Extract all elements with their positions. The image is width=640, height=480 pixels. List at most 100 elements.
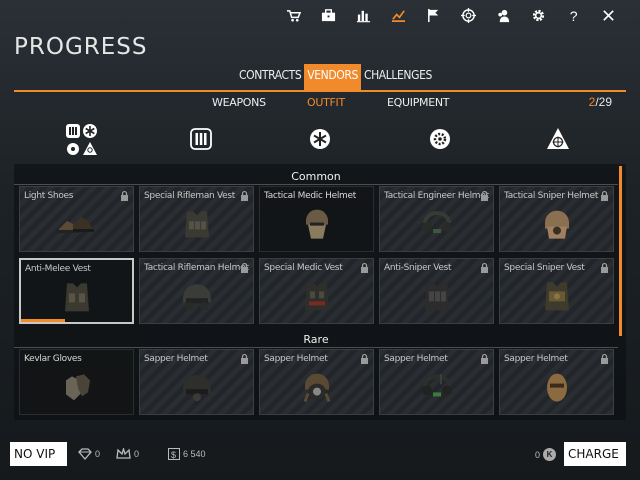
item-name: Special Rifleman Vest — [144, 191, 236, 201]
vest-icon — [544, 282, 569, 311]
sniper-icon[interactable] — [546, 127, 570, 156]
item-name: Kevlar Gloves — [24, 354, 82, 364]
sub-tabs: WEAPONS OUTFIT EQUIPMENT — [0, 96, 640, 112]
ghillie-helmet-icon — [544, 210, 569, 239]
item-card-sapper-helmet-3[interactable]: Sapper Helmet — [379, 349, 494, 415]
item-name: Sapper Helmet — [264, 354, 328, 364]
gloves-icon — [65, 374, 90, 401]
section-common-label: Common — [291, 170, 341, 183]
section-rare-rule — [14, 347, 618, 348]
crystal-balance: 0 — [78, 448, 100, 460]
tab-divider — [14, 90, 626, 92]
item-name: Tactical Rifleman Helmet — [144, 263, 249, 273]
charge-button[interactable]: CHARGE — [564, 442, 626, 466]
tab-challenges[interactable]: CHALLENGES — [361, 64, 435, 91]
briefcase-icon[interactable] — [311, 4, 346, 26]
item-name: Tactical Medic Helmet — [264, 191, 356, 201]
item-card-tactical-sniper-helmet[interactable]: Tactical Sniper Helmet — [499, 186, 614, 252]
tab-vendors[interactable]: VENDORS — [304, 64, 361, 91]
item-card-light-shoes[interactable]: Light Shoes — [19, 186, 134, 252]
shoes-icon — [58, 217, 94, 233]
top-icon-bar: ? — [276, 4, 626, 26]
kredits-balance: 0 K — [535, 448, 556, 461]
item-card-special-medic-vest[interactable]: Special Medic Vest — [259, 258, 374, 324]
all-classes-icon[interactable] — [64, 122, 100, 163]
item-card-tactical-medic-helmet[interactable]: Tactical Medic Helmet — [259, 186, 374, 252]
subtab-outfit[interactable]: OUTFIT — [307, 96, 345, 109]
helmet-icon — [305, 209, 328, 239]
gas-mask-icon — [303, 373, 330, 403]
engineer-icon[interactable] — [429, 128, 451, 155]
headset-icon — [421, 211, 452, 233]
money-balance: $ 6 540 — [168, 448, 206, 460]
subtab-weapons[interactable]: WEAPONS — [212, 96, 266, 109]
section-rare-label: Rare — [303, 333, 329, 346]
item-name: Tactical Engineer Helmet — [384, 191, 489, 201]
lock-icon — [481, 262, 488, 273]
tab-contracts[interactable]: CONTRACTS — [236, 64, 304, 91]
helmet-icon — [182, 284, 211, 311]
subtab-equipment[interactable]: EQUIPMENT — [387, 96, 450, 109]
vest-icon — [64, 283, 89, 312]
lock-icon — [481, 190, 488, 201]
crystal-value: 0 — [95, 449, 101, 459]
cart-icon[interactable] — [276, 4, 311, 26]
item-name: Special Medic Vest — [264, 263, 343, 273]
progress-icon[interactable] — [381, 4, 416, 26]
lock-icon — [361, 262, 368, 273]
unlock-progress-bar — [21, 319, 66, 322]
svg-text:?: ? — [570, 8, 578, 23]
crosshair-icon[interactable] — [451, 4, 486, 26]
lock-icon — [481, 353, 488, 364]
counter-total: /29 — [595, 95, 612, 109]
medic-icon[interactable] — [309, 128, 331, 155]
item-name: Anti-Melee Vest — [25, 264, 91, 274]
item-name: Tactical Sniper Helmet — [504, 191, 599, 201]
close-icon[interactable] — [591, 4, 626, 26]
item-card-special-sniper-vest[interactable]: Special Sniper Vest — [499, 258, 614, 324]
item-card-tactical-engineer-helmet[interactable]: Tactical Engineer Helmet — [379, 186, 494, 252]
lock-icon — [241, 353, 248, 364]
scrollbar[interactable] — [619, 166, 622, 336]
crown-icon — [116, 448, 131, 459]
crown-balance: 0 — [116, 448, 139, 460]
money-value: 6 540 — [183, 449, 206, 459]
lock-icon — [241, 190, 248, 201]
dollar-icon: $ — [168, 448, 180, 460]
main-tabs: CONTRACTS VENDORS CHALLENGES — [236, 64, 435, 91]
item-card-anti-sniper-vest[interactable]: Anti-Sniper Vest — [379, 258, 494, 324]
page-title: PROGRESS — [14, 34, 148, 60]
help-icon[interactable]: ? — [556, 4, 591, 26]
item-card-special-rifleman-vest[interactable]: Special Rifleman Vest — [139, 186, 254, 252]
item-card-anti-melee-vest[interactable]: Anti-Melee Vest — [19, 258, 134, 324]
class-filter-row — [14, 118, 626, 162]
kredits-icon: K — [543, 448, 556, 461]
item-name: Sapper Helmet — [504, 354, 568, 364]
item-name: Light Shoes — [24, 191, 74, 201]
lock-icon — [601, 262, 608, 273]
item-name: Special Sniper Vest — [504, 263, 585, 273]
friends-icon[interactable] — [486, 4, 521, 26]
vest-icon — [424, 282, 449, 311]
item-card-sapper-helmet-1[interactable]: Sapper Helmet — [139, 349, 254, 415]
vip-button[interactable]: NO VIP — [10, 442, 67, 466]
item-name: Sapper Helmet — [384, 354, 448, 364]
rifleman-icon[interactable] — [190, 128, 212, 155]
crystal-icon — [78, 448, 92, 460]
flag-icon[interactable] — [416, 4, 451, 26]
stats-icon[interactable] — [346, 4, 381, 26]
helmet-icon — [182, 375, 211, 402]
lock-icon — [241, 262, 248, 273]
headset-icon — [421, 374, 452, 397]
kredits-value: 0 — [534, 449, 540, 460]
balaclava-icon — [546, 373, 567, 402]
item-card-tactical-rifleman-helmet[interactable]: Tactical Rifleman Helmet — [139, 258, 254, 324]
vest-icon — [184, 211, 209, 238]
item-card-kevlar-gloves[interactable]: Kevlar Gloves — [19, 349, 134, 415]
item-card-sapper-helmet-4[interactable]: Sapper Helmet — [499, 349, 614, 415]
gear-icon[interactable] — [521, 4, 556, 26]
item-card-sapper-helmet-2[interactable]: Sapper Helmet — [259, 349, 374, 415]
vest-icon — [304, 282, 329, 311]
section-common-rule — [14, 184, 618, 185]
item-name: Anti-Sniper Vest — [384, 263, 452, 273]
